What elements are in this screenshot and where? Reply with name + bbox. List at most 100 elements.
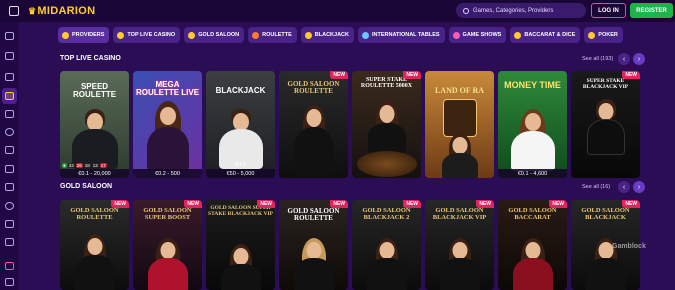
game-card[interactable]: LAND OF RA <box>425 71 494 178</box>
history-number: 17 <box>99 163 107 168</box>
game-card[interactable]: SPEED ROULETTE ● 33 26 18 13 17 €0.1 - 2… <box>60 71 129 178</box>
prev-arrow-icon[interactable]: ‹ <box>618 181 630 193</box>
game-card[interactable]: GOLD SALOON ROULETTE NEW <box>279 71 348 178</box>
see-all-link[interactable]: See all (193) <box>582 56 613 62</box>
game-card[interactable]: GOLD SALOON BLACKJACK 2 NEW <box>352 200 421 290</box>
new-badge: NEW <box>257 200 275 208</box>
search-icon <box>463 7 469 14</box>
sidebar-language-icon[interactable] <box>5 278 14 286</box>
history-number: 33 <box>67 163 75 168</box>
sidebar-live-casino-icon[interactable] <box>5 92 14 100</box>
game-card[interactable]: GOLD SALOON SUPER STAKE BLACKJACK VIP NE… <box>206 200 275 290</box>
dealer-face <box>233 248 248 265</box>
top-live-casino-row: SPEED ROULETTE ● 33 26 18 13 17 €0.1 - 2… <box>60 71 640 178</box>
category-top-live-casino[interactable]: TOP LIVE CASINO <box>113 27 181 43</box>
game-card[interactable]: MONEY TIME €0.1 - 4,600 <box>498 71 567 178</box>
game-card[interactable]: GOLD SALOON BLACKJACK VIP NEW <box>425 200 494 290</box>
register-button[interactable]: REGISTER <box>630 3 673 18</box>
sidebar-vip-icon[interactable] <box>5 202 14 210</box>
wheel-icon <box>452 31 460 39</box>
category-label: PROVIDERS <box>72 32 105 38</box>
category-poker[interactable]: POKER <box>584 27 623 43</box>
history-number: 18 <box>83 163 91 168</box>
providers-icon <box>62 31 69 39</box>
dealer-body <box>441 153 478 178</box>
bet-limits: €0.1 - 4,600 <box>498 169 567 178</box>
next-arrow-icon[interactable]: › <box>633 53 645 65</box>
section-title: TOP LIVE CASINO <box>60 55 121 62</box>
card-title: SPEED ROULETTE <box>72 82 117 100</box>
sidebar-slots-icon[interactable] <box>5 52 14 60</box>
dealer-body <box>220 264 261 290</box>
sidebar-tournament-icon[interactable] <box>5 183 14 191</box>
game-card[interactable]: MEGA ROULETTE LIVE €0.2 - 500 <box>133 71 202 178</box>
prev-arrow-icon[interactable]: ‹ <box>618 53 630 65</box>
dealer-face <box>525 242 540 259</box>
dealer-face <box>379 105 394 123</box>
sidebar-bonus-icon[interactable] <box>5 220 14 228</box>
sidebar-gift-icon[interactable] <box>5 262 14 270</box>
game-card[interactable]: GOLD SALOON ROULETTE NEW <box>279 200 348 290</box>
bet-limits: €0.1 - 20,000 <box>60 169 129 178</box>
card-title: GOLD SALOON ROULETTE <box>70 207 119 221</box>
card-title: GOLD SALOON ROULETTE <box>287 207 340 223</box>
sidebar-support-icon[interactable] <box>5 238 14 246</box>
sidebar-sports-icon[interactable] <box>5 128 14 136</box>
dealer-face <box>87 238 102 255</box>
cards-icon <box>304 31 312 39</box>
card-title: LAND OF RA <box>434 86 485 95</box>
category-international-tables[interactable]: INTERNATIONAL TABLES <box>358 27 445 43</box>
roulette-icon <box>252 31 260 39</box>
category-blackjack[interactable]: BLACKJACK <box>300 27 355 43</box>
new-badge: NEW <box>111 200 129 208</box>
game-card[interactable]: GOLD SALOON ROULETTE NEW <box>60 200 129 290</box>
new-badge: NEW <box>622 200 640 208</box>
dice-icon <box>514 31 522 39</box>
dealer-body <box>293 127 334 175</box>
sidebar-casino-icon[interactable] <box>5 73 14 81</box>
sidebar-promo-icon[interactable] <box>5 146 14 154</box>
dealer-body <box>366 258 407 290</box>
dealer-body <box>585 258 626 290</box>
next-arrow-icon[interactable]: › <box>633 181 645 193</box>
game-card[interactable]: SUPER STAKE BLACKJACK VIP NEW <box>571 71 640 178</box>
card-title: BLACKJACK <box>215 86 266 95</box>
menu-toggle-icon[interactable] <box>9 6 19 16</box>
card-title: GOLD SALOON ROULETTE <box>287 80 340 96</box>
see-all-link[interactable]: See all (16) <box>582 184 610 190</box>
card-title: MEGA ROULETTE LIVE <box>135 80 200 98</box>
category-bar: PROVIDERS TOP LIVE CASINO GOLD SALOON RO… <box>58 27 675 43</box>
game-card[interactable]: GOLD SALOON SUPER BOOST NEW <box>133 200 202 290</box>
seats-count: 5 / 7 <box>235 162 246 168</box>
dealer-body <box>146 127 189 171</box>
dealer-face <box>452 137 467 154</box>
site-logo[interactable]: ♛ MIDARION <box>28 3 95 19</box>
login-button[interactable]: LOG IN <box>591 3 626 18</box>
dealer-face <box>160 242 175 259</box>
game-card[interactable]: SUPER STAKE ROULETTE 5000X NEW <box>352 71 421 178</box>
sidebar-home-icon[interactable] <box>5 32 14 40</box>
dealer-face <box>159 107 176 125</box>
game-card[interactable]: GOLD SALOON BACCARAT NEW <box>498 200 567 290</box>
category-label: BACCARAT & DICE <box>524 32 576 38</box>
globe-icon <box>362 31 370 39</box>
dealer-body <box>439 258 480 290</box>
search-input[interactable]: Games, Categories, Providers <box>456 3 586 18</box>
category-providers[interactable]: PROVIDERS <box>58 27 110 43</box>
category-baccarat-dice[interactable]: BACCARAT & DICE <box>510 27 581 43</box>
card-title: GOLD SALOON BLACKJACK VIP <box>432 207 487 221</box>
category-game-shows[interactable]: GAME SHOWS <box>448 27 507 43</box>
category-gold-saloon[interactable]: GOLD SALOON <box>184 27 245 43</box>
card-title: MONEY TIME <box>504 80 561 90</box>
sidebar-games-icon[interactable] <box>5 165 14 173</box>
history-indicator: ● <box>62 163 67 168</box>
new-badge: NEW <box>403 71 421 79</box>
sidebar-tv-icon[interactable] <box>5 110 14 118</box>
card-title: GOLD SALOON BLACKJACK 2 <box>362 207 411 221</box>
new-badge: NEW <box>622 71 640 79</box>
category-label: INTERNATIONAL TABLES <box>372 32 440 38</box>
category-roulette[interactable]: ROULETTE <box>248 27 297 43</box>
dealer-body <box>74 255 115 290</box>
dealer-body <box>293 258 334 290</box>
game-card[interactable]: BLACKJACK 5 / 7 €50 - 5,000 <box>206 71 275 178</box>
